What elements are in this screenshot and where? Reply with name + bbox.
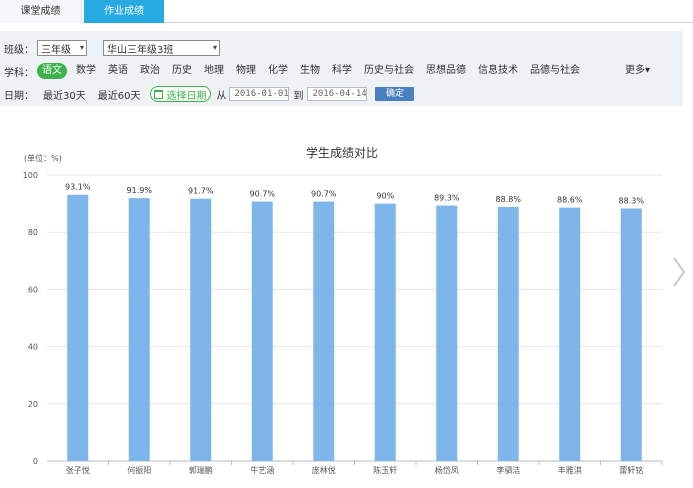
data-label: 88.6%	[557, 196, 583, 205]
bar	[313, 201, 335, 461]
subject-filter-row: 学科： 语文 数学 英语 政治 历史 地理 物理 化学 生物 科学 历史与社会 …	[4, 62, 589, 80]
subject-yuwen[interactable]: 语文	[37, 63, 67, 79]
end-date-input[interactable]: 2016-04-14	[307, 87, 368, 101]
x-tick-label: 郭瑞鹏	[189, 465, 213, 475]
subject-sixiang-pinde[interactable]: 思想品德	[423, 63, 469, 79]
bar	[67, 194, 89, 461]
subject-pinde-shehui[interactable]: 品德与社会	[527, 63, 583, 79]
x-tick-label: 庞林悦	[312, 465, 336, 475]
tab-bar: 课堂成绩 作业成绩	[0, 0, 693, 23]
bar	[251, 201, 273, 461]
chevron-down-icon: ▾	[79, 43, 84, 52]
y-axis: 0 20 40 60 80 100	[23, 171, 38, 466]
x-tick-label: 张子悦	[66, 465, 90, 475]
class-select-value: 华山三年级3班	[107, 44, 174, 56]
subject-zhengzhi[interactable]: 政治	[137, 63, 163, 79]
data-label: 91.7%	[188, 187, 214, 196]
bar	[436, 205, 458, 461]
last-60-days-button[interactable]: 最近60天	[98, 87, 141, 102]
date-label: 日期：	[4, 90, 34, 102]
bars	[67, 194, 642, 461]
tab-class-scores[interactable]: 课堂成绩	[0, 0, 82, 23]
bar	[497, 207, 519, 461]
x-axis: 张子悦 何振阳 郭瑞鹏 牛艺涵 庞林悦 陈玉轩 杨岱凤 李驷洁 丰雅淇 蕾轩铭	[66, 461, 663, 475]
subject-huaxue[interactable]: 化学	[265, 63, 291, 79]
calendar-icon	[154, 89, 164, 99]
more-subjects-button[interactable]: 更多▾	[625, 62, 650, 80]
y-tick-label: 20	[28, 400, 38, 409]
pick-date-button[interactable]: 选择日期	[150, 86, 212, 102]
more-label: 更多	[625, 65, 645, 76]
start-date-input[interactable]: 2016-01-01	[229, 87, 290, 101]
x-tick-label: 杨岱凤	[435, 465, 459, 475]
data-label: 88.3%	[619, 196, 645, 205]
bar	[374, 203, 396, 461]
class-filter-row: 班级： 三年级 ▾ 华山三年级3班 ▾	[4, 39, 220, 57]
chart-title: 学生成绩对比	[306, 145, 378, 160]
subject-label: 学科：	[4, 67, 34, 79]
x-tick-label: 李驷洁	[496, 465, 520, 475]
subject-lishi-shehui[interactable]: 历史与社会	[361, 63, 417, 79]
x-tick-label: 蕾轩铭	[619, 465, 643, 475]
date-filter-row: 日期： 最近30天 最近60天 选择日期 从 2016-01-01 到 2016…	[4, 85, 415, 103]
pick-date-label: 选择日期	[166, 90, 207, 102]
x-tick-label: 丰雅淇	[558, 465, 582, 475]
subject-yingyu[interactable]: 英语	[105, 63, 131, 79]
data-label: 91.9%	[127, 186, 153, 195]
x-tick-label: 牛艺涵	[250, 465, 274, 475]
data-label: 88.8%	[496, 195, 522, 204]
bar	[128, 198, 150, 461]
class-label: 班级：	[4, 44, 34, 56]
data-labels: 93.1% 91.9% 91.7% 90.7% 90.7% 90% 89.3% 88.8% 88…	[65, 183, 644, 206]
bar	[190, 198, 212, 461]
tab-homework-scores[interactable]: 作业成绩	[84, 0, 164, 23]
bar	[620, 208, 642, 461]
subject-shengwu[interactable]: 生物	[297, 63, 323, 79]
score-comparison-chart: 学生成绩对比 (单位：%) 0 20 40 60 80 100 93.1% 91.9% 91.…	[23, 145, 663, 475]
chevron-down-icon: ▾	[212, 43, 217, 52]
subject-xinxi-jishu[interactable]: 信息技术	[475, 63, 521, 79]
chevron-right-icon[interactable]	[672, 256, 686, 288]
grade-select[interactable]: 三年级 ▾	[37, 40, 87, 56]
filter-panel: 班级： 三年级 ▾ 华山三年级3班 ▾ 学科： 语文 数学 英语 政治 历史 地…	[0, 31, 683, 106]
last-30-days-button[interactable]: 最近30天	[43, 87, 86, 102]
chevron-down-icon: ▾	[645, 65, 651, 76]
y-tick-label: 80	[28, 228, 38, 237]
subject-shuxue[interactable]: 数学	[73, 63, 99, 79]
y-axis-label: (单位：%)	[24, 153, 62, 163]
data-label: 90.7%	[311, 190, 337, 199]
class-select[interactable]: 华山三年级3班 ▾	[103, 40, 220, 56]
confirm-button[interactable]: 确定	[375, 87, 415, 101]
subject-lishi[interactable]: 历史	[169, 63, 195, 79]
subject-kexue[interactable]: 科学	[329, 63, 355, 79]
grade-select-value: 三年级	[41, 44, 71, 56]
subject-wuli[interactable]: 物理	[233, 63, 259, 79]
y-tick-label: 40	[28, 343, 38, 352]
y-tick-label: 60	[28, 285, 38, 294]
bar	[559, 207, 581, 461]
data-label: 90%	[376, 192, 394, 201]
x-tick-label: 何振阳	[127, 465, 151, 475]
from-label: 从	[216, 90, 227, 102]
data-label: 93.1%	[65, 183, 91, 192]
subject-dili[interactable]: 地理	[201, 63, 227, 79]
to-label: 到	[293, 90, 304, 102]
y-tick-label: 100	[23, 171, 38, 180]
x-tick-label: 陈玉轩	[373, 465, 397, 475]
data-label: 90.7%	[250, 190, 276, 199]
y-tick-label: 0	[33, 457, 38, 466]
data-label: 89.3%	[434, 194, 460, 203]
